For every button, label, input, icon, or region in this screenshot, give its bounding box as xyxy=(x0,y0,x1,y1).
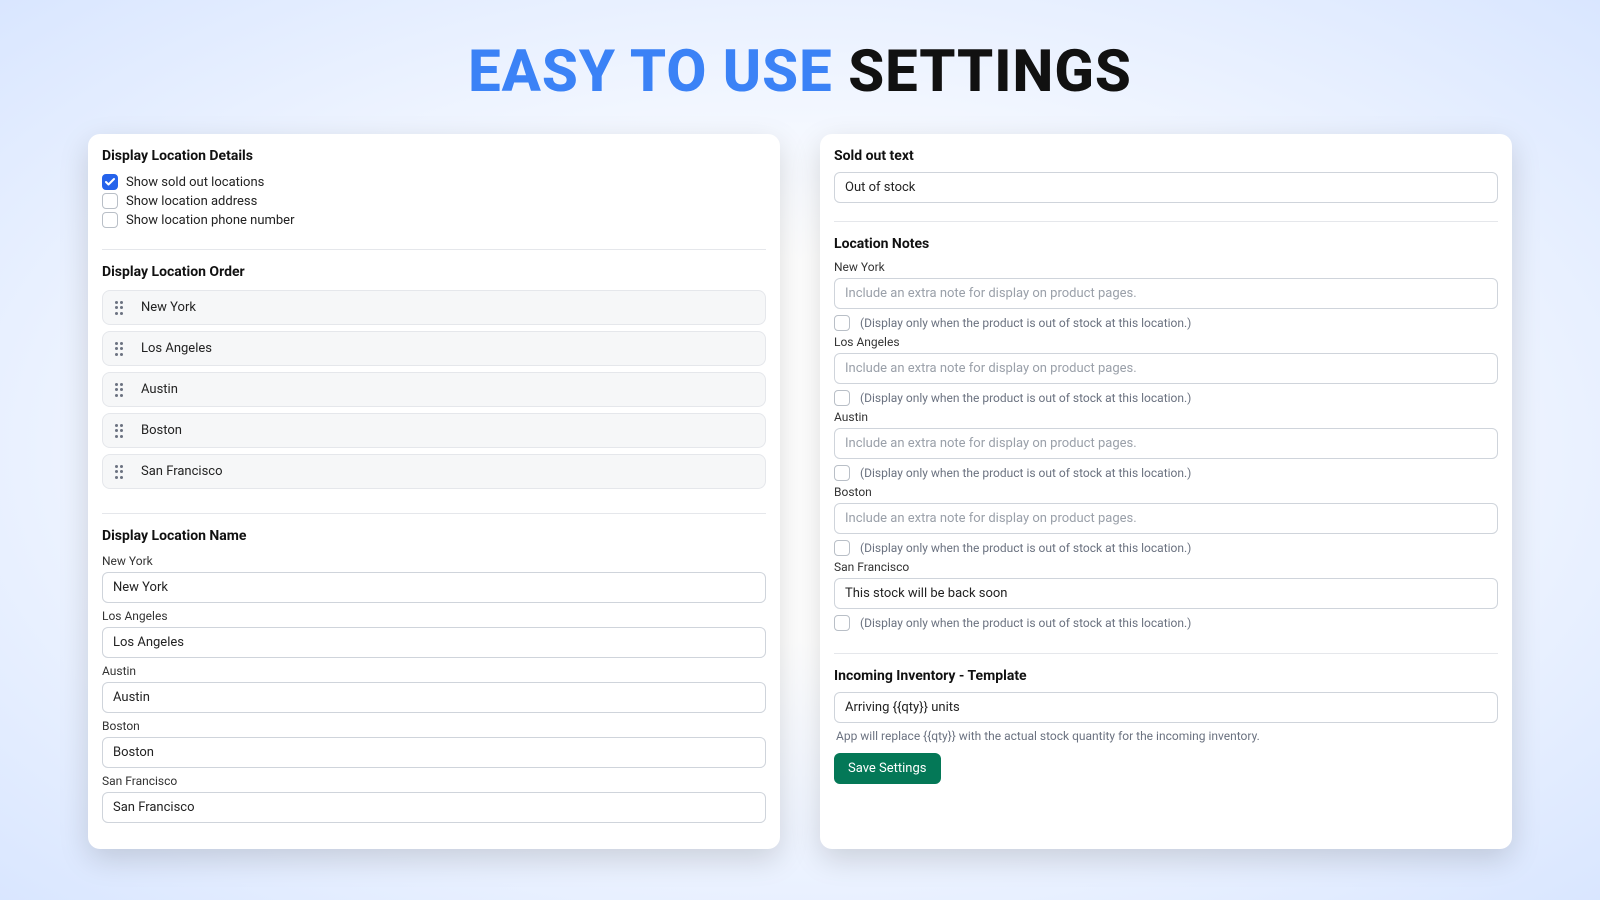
name-input-1[interactable] xyxy=(102,627,766,658)
order-item-label: Boston xyxy=(141,423,182,438)
name-input-2[interactable] xyxy=(102,682,766,713)
order-item[interactable]: New York xyxy=(102,290,766,325)
drag-handle-icon[interactable] xyxy=(115,301,127,315)
name-label: Austin xyxy=(102,664,766,678)
order-item[interactable]: San Francisco xyxy=(102,454,766,489)
title-black: SETTINGS xyxy=(848,38,1132,106)
save-button[interactable]: Save Settings xyxy=(834,753,941,784)
note-hint: (Display only when the product is out of… xyxy=(860,616,1191,630)
name-label: San Francisco xyxy=(102,774,766,788)
drag-handle-icon[interactable] xyxy=(115,383,127,397)
note-label: Los Angeles xyxy=(834,335,1498,349)
heading-display-order: Display Location Order xyxy=(102,264,766,280)
drag-handle-icon[interactable] xyxy=(115,465,127,479)
note-label: San Francisco xyxy=(834,560,1498,574)
checkbox-label: Show location phone number xyxy=(126,213,295,228)
checkbox-0[interactable] xyxy=(102,174,118,190)
note-input-3[interactable] xyxy=(834,503,1498,534)
name-input-3[interactable] xyxy=(102,737,766,768)
checkbox-1[interactable] xyxy=(102,193,118,209)
section-incoming: Incoming Inventory - Template App will r… xyxy=(834,653,1498,794)
note-checkbox-4[interactable] xyxy=(834,615,850,631)
note-label: Austin xyxy=(834,410,1498,424)
section-display-details: Display Location Details Show sold out l… xyxy=(102,148,766,241)
order-item[interactable]: Los Angeles xyxy=(102,331,766,366)
heading-incoming: Incoming Inventory - Template xyxy=(834,668,1498,684)
order-item[interactable]: Austin xyxy=(102,372,766,407)
note-hint: (Display only when the product is out of… xyxy=(860,466,1191,480)
drag-handle-icon[interactable] xyxy=(115,342,127,356)
note-checkbox-1[interactable] xyxy=(834,390,850,406)
order-item-label: San Francisco xyxy=(141,464,223,479)
note-hint: (Display only when the product is out of… xyxy=(860,391,1191,405)
drag-handle-icon[interactable] xyxy=(115,424,127,438)
note-label: Boston xyxy=(834,485,1498,499)
checkbox-label: Show sold out locations xyxy=(126,175,264,190)
name-label: New York xyxy=(102,554,766,568)
sold-out-input[interactable] xyxy=(834,172,1498,203)
left-panel: Display Location Details Show sold out l… xyxy=(88,134,780,849)
order-item[interactable]: Boston xyxy=(102,413,766,448)
note-input-4[interactable] xyxy=(834,578,1498,609)
order-item-label: Austin xyxy=(141,382,178,397)
section-sold-out: Sold out text xyxy=(834,148,1498,213)
note-checkbox-0[interactable] xyxy=(834,315,850,331)
name-input-0[interactable] xyxy=(102,572,766,603)
note-hint: (Display only when the product is out of… xyxy=(860,541,1191,555)
incoming-helper: App will replace {{qty}} with the actual… xyxy=(834,729,1498,743)
section-location-notes: Location Notes New York (Display only wh… xyxy=(834,221,1498,645)
right-panel: Sold out text Location Notes New York (D… xyxy=(820,134,1512,849)
page-title: EASY TO USE SETTINGS xyxy=(0,0,1600,134)
order-item-label: Los Angeles xyxy=(141,341,212,356)
checkbox-label: Show location address xyxy=(126,194,257,209)
checkbox-2[interactable] xyxy=(102,212,118,228)
note-input-1[interactable] xyxy=(834,353,1498,384)
title-blue: EASY TO USE xyxy=(468,38,833,106)
heading-location-notes: Location Notes xyxy=(834,236,1498,252)
section-display-names: Display Location Name New York Los Angele… xyxy=(102,513,766,833)
name-label: Boston xyxy=(102,719,766,733)
note-input-0[interactable] xyxy=(834,278,1498,309)
note-checkbox-3[interactable] xyxy=(834,540,850,556)
note-hint: (Display only when the product is out of… xyxy=(860,316,1191,330)
heading-display-details: Display Location Details xyxy=(102,148,766,164)
name-label: Los Angeles xyxy=(102,609,766,623)
heading-display-names: Display Location Name xyxy=(102,528,766,544)
name-input-4[interactable] xyxy=(102,792,766,823)
section-display-order: Display Location Order New York Los Angel… xyxy=(102,249,766,505)
heading-sold-out: Sold out text xyxy=(834,148,1498,164)
note-checkbox-2[interactable] xyxy=(834,465,850,481)
order-item-label: New York xyxy=(141,300,196,315)
note-label: New York xyxy=(834,260,1498,274)
incoming-input[interactable] xyxy=(834,692,1498,723)
note-input-2[interactable] xyxy=(834,428,1498,459)
